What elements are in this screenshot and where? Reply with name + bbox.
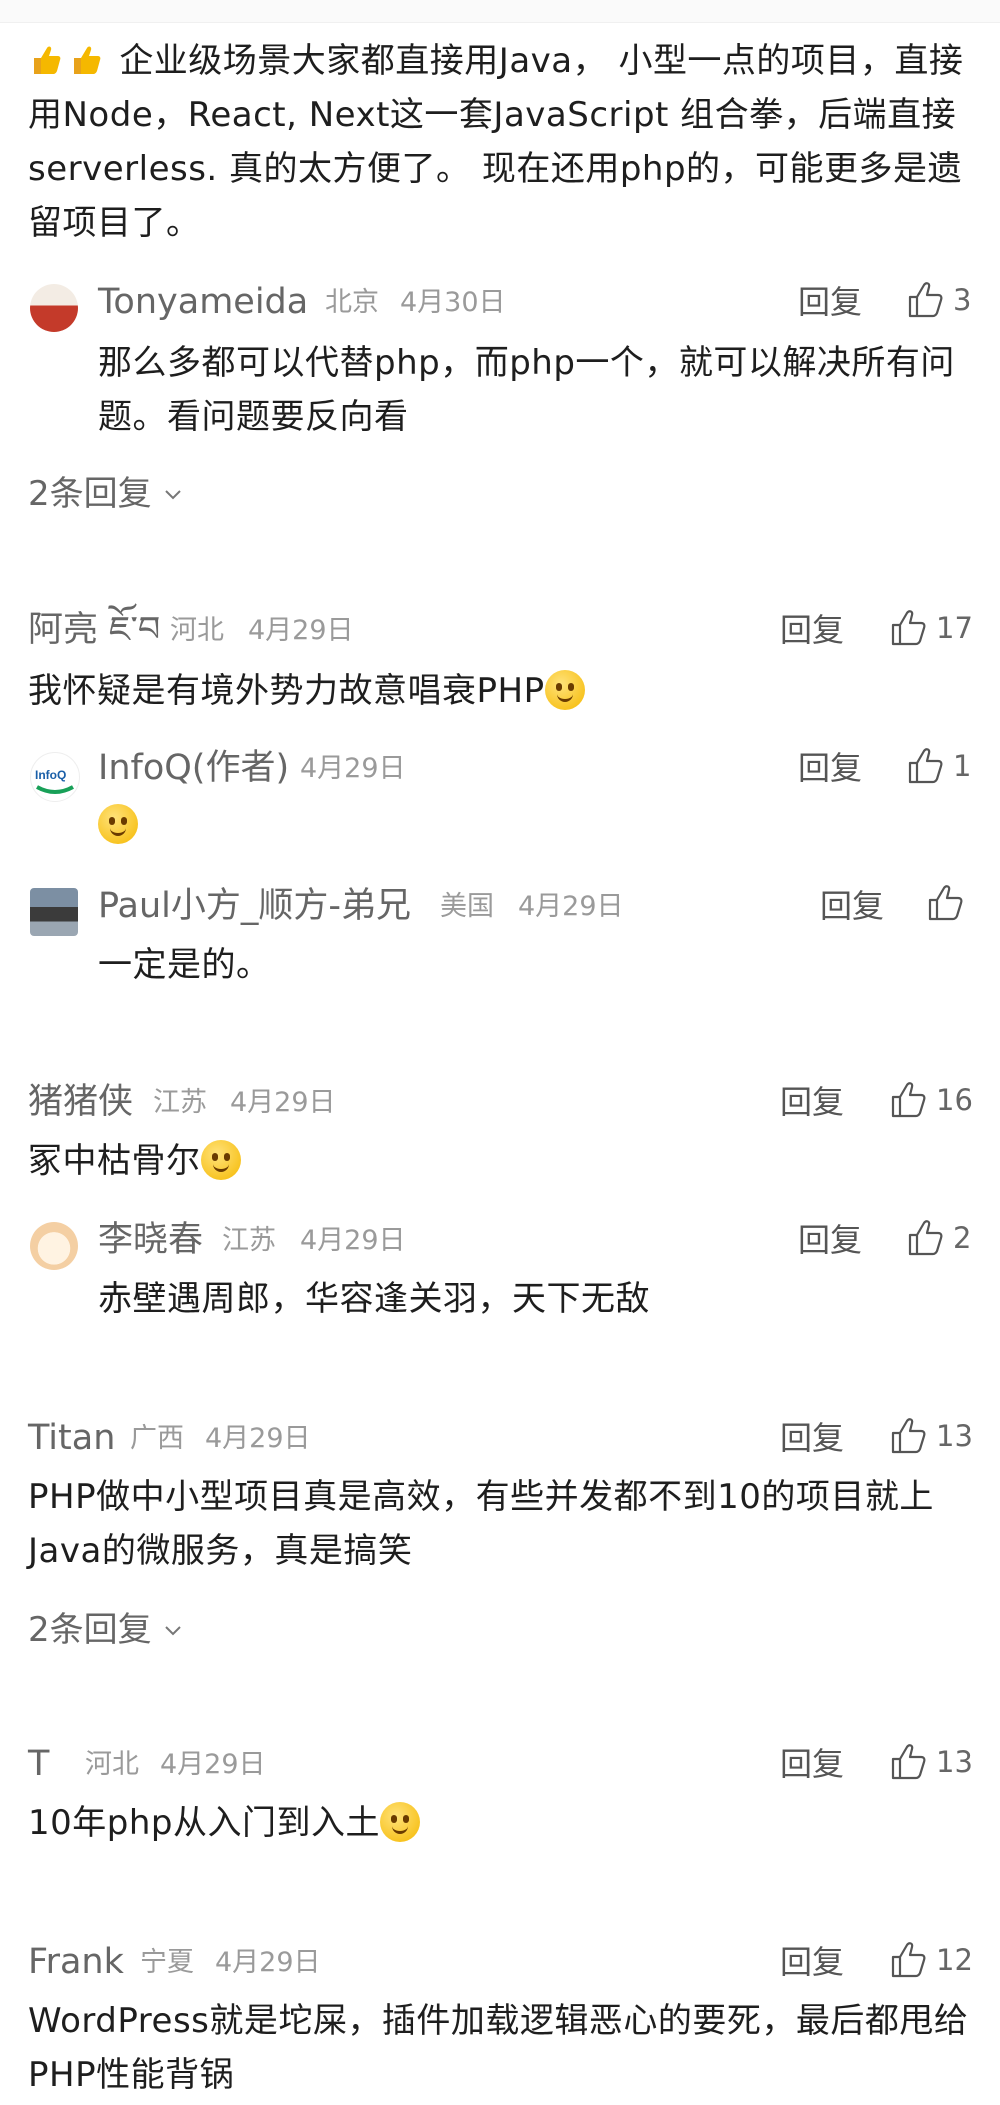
comment-date: 4月29日	[160, 1749, 266, 1780]
comment-date: 4月29日	[215, 1947, 321, 1978]
comment-body: 10年php从入门到入土	[28, 1803, 380, 1843]
comment-body: 我怀疑是有境外势力故意唱衰PHP	[28, 671, 545, 711]
like-count: 12	[936, 1943, 973, 1977]
like-count: 13	[936, 1745, 973, 1779]
thumbs-up-icon	[908, 1220, 943, 1256]
chevron-down-icon	[164, 490, 181, 500]
reply-username[interactable]: Tonyameida	[98, 280, 308, 324]
comment-text: 10年php从入门到入土	[28, 1796, 420, 1850]
comment-text: WordPress就是坨屎，插件加载逻辑恶心的要死，最后都甩给PHP性能背锅	[28, 2001, 969, 2095]
thumbs-up-icon	[908, 282, 943, 318]
like-count: 16	[936, 1083, 973, 1117]
comment-text: PHP做中小型项目真是高效，有些并发都不到10的项目就上Java的微服务，真是搞…	[28, 1477, 934, 1571]
reply-username[interactable]: Paul小方_顺方-弟兄	[98, 884, 411, 928]
like-button[interactable]	[925, 882, 967, 924]
thumbs-up-icon	[891, 1418, 926, 1454]
like-count: 17	[936, 611, 973, 645]
reply-text: 赤壁遇周郎，华容逢关羽，天下无敌	[98, 1279, 650, 1319]
comment-body: 企业级场景大家都直接用Java， 小型一点的项目，直接用Node，React, …	[28, 41, 964, 243]
like-count: 3	[953, 283, 972, 317]
comment-location: 宁夏	[140, 1947, 194, 1978]
comment-date: 4月29日	[205, 1423, 311, 1454]
reply-button[interactable]: 回复	[798, 1218, 862, 1262]
chevron-down-icon	[164, 1626, 181, 1636]
comment-location: 江苏	[153, 1087, 207, 1118]
reply-username[interactable]: InfoQ(作者)	[98, 746, 289, 790]
reply-text: 那么多都可以代替php，而php一个，就可以解决所有问题。看问题要反向看	[98, 343, 955, 437]
comment-username[interactable]: T	[28, 1742, 49, 1786]
reply-username[interactable]: 李晓春	[98, 1218, 203, 1262]
reply-button[interactable]: 回复	[780, 1416, 844, 1460]
reply-location: 北京	[325, 287, 379, 318]
reply-text	[98, 804, 138, 844]
expand-replies-link[interactable]: 2条回复	[28, 1608, 184, 1652]
thumbs-up-icon	[908, 748, 943, 784]
reply-text: 一定是的。	[98, 945, 271, 985]
like-button[interactable]: 16	[888, 1078, 973, 1122]
reply-button[interactable]: 回复	[798, 280, 862, 324]
avatar[interactable]	[30, 1222, 78, 1270]
comment-date: 4月29日	[230, 1087, 336, 1118]
like-button[interactable]: 2	[905, 1216, 971, 1260]
thumbs-up-icon	[891, 1082, 926, 1118]
like-count: 13	[936, 1419, 973, 1453]
laughing-emoji-icon	[544, 670, 585, 710]
avatar[interactable]	[30, 888, 78, 936]
thumbs-up-emoji-icon	[74, 46, 101, 74]
comment-location: 河北	[170, 615, 224, 646]
comment-location: 广西	[130, 1423, 184, 1454]
reply-date: 4月29日	[300, 1225, 406, 1256]
thumbs-up-icon	[928, 885, 963, 921]
reply-button[interactable]: 回复	[820, 884, 884, 928]
comment-username[interactable]: Titan	[28, 1416, 115, 1460]
reply-button[interactable]: 回复	[780, 1742, 844, 1786]
reply-location: 江苏	[222, 1225, 276, 1256]
reply-button[interactable]: 回复	[798, 746, 862, 790]
thumbs-up-emoji-icon	[34, 46, 61, 74]
comment-username[interactable]: 阿亮 ཇོ་བ	[28, 608, 160, 652]
comment-date: 4月29日	[248, 615, 354, 646]
thumbs-up-icon	[891, 1744, 926, 1780]
comment-location: 河北	[85, 1749, 139, 1780]
svg-text:InfoQ: InfoQ	[35, 768, 66, 782]
sad-emoji-icon	[379, 1802, 420, 1842]
like-button[interactable]: 1	[905, 744, 971, 788]
reply-date: 4月29日	[518, 891, 624, 922]
reply-button[interactable]: 回复	[780, 608, 844, 652]
thumbs-up-icon	[891, 1942, 926, 1978]
comment-username[interactable]: 猪猪侠	[28, 1080, 133, 1124]
like-button[interactable]: 12	[888, 1938, 973, 1982]
expand-replies-label: 2条回复	[28, 1610, 152, 1650]
reply-location: 美国	[440, 891, 494, 922]
comment-text: 企业级场景大家都直接用Java， 小型一点的项目，直接用Node，React, …	[28, 34, 978, 250]
reply-date: 4月29日	[300, 753, 406, 784]
reply-button[interactable]: 回复	[780, 1940, 844, 1984]
top-divider	[0, 0, 1000, 23]
infoq-logo-icon: InfoQ	[35, 768, 74, 794]
reply-button[interactable]: 回复	[780, 1080, 844, 1124]
like-button[interactable]: 13	[888, 1414, 973, 1458]
reply-date: 4月30日	[400, 287, 506, 318]
like-count: 2	[953, 1221, 972, 1255]
avatar[interactable]	[30, 284, 78, 332]
thumbs-up-icon	[891, 610, 926, 646]
comment-text: 我怀疑是有境外势力故意唱衰PHP	[28, 664, 968, 718]
like-count: 1	[953, 749, 972, 783]
smirking-emoji-icon	[200, 1140, 241, 1180]
expand-replies-label: 2条回复	[28, 474, 152, 514]
like-button[interactable]: 13	[888, 1740, 973, 1784]
like-button[interactable]: 17	[888, 606, 973, 650]
comment-text: 冢中枯骨尔	[28, 1134, 241, 1188]
comment-body: 冢中枯骨尔	[28, 1141, 201, 1181]
like-button[interactable]: 3	[905, 278, 971, 322]
expand-replies-link[interactable]: 2条回复	[28, 472, 184, 516]
shushing-emoji-icon	[98, 804, 138, 844]
avatar[interactable]: InfoQ	[30, 752, 80, 802]
comment-username[interactable]: Frank	[28, 1940, 124, 1984]
